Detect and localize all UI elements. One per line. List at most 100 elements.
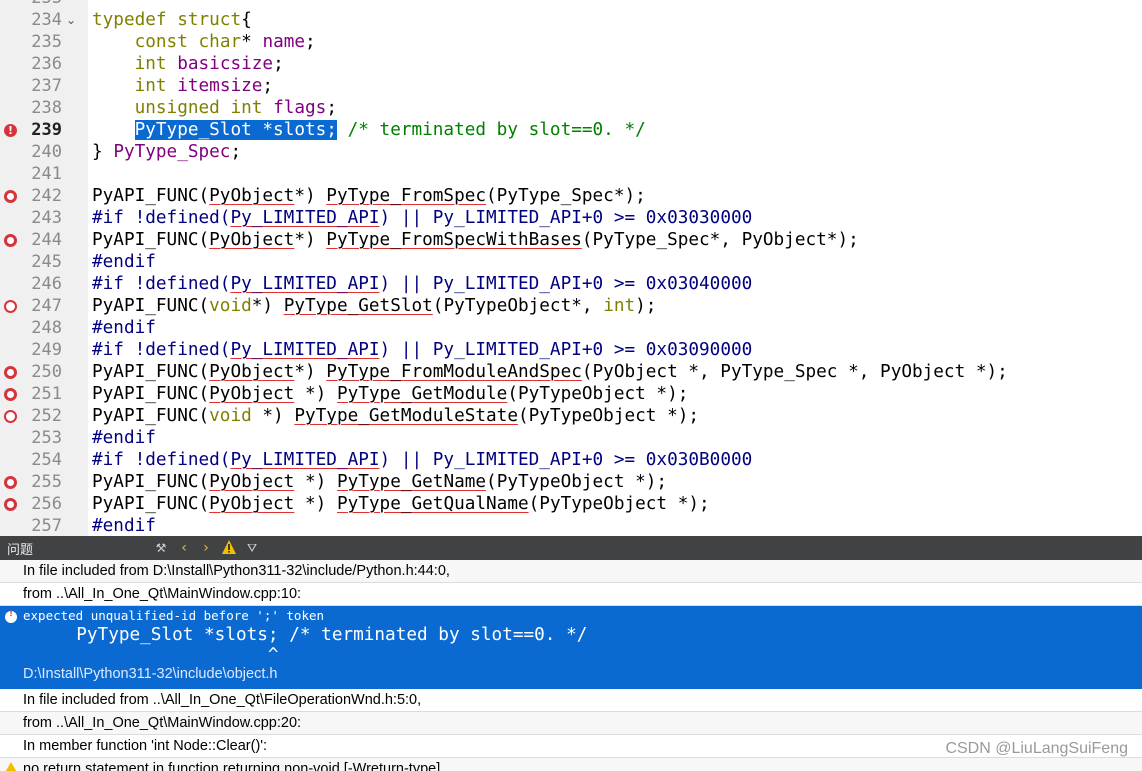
chevron-right-icon[interactable]: ›	[197, 539, 215, 557]
gutter-line[interactable]: 240	[0, 141, 88, 163]
warning-icon[interactable]	[220, 539, 238, 557]
code-token: ) ||	[379, 208, 433, 228]
issue-marker-icon[interactable]	[4, 190, 17, 203]
line-number: 250	[31, 362, 62, 382]
code-token: int	[134, 76, 167, 96]
gutter-line[interactable]: 257	[0, 515, 88, 536]
gutter-line[interactable]: 256	[0, 493, 88, 515]
gutter-line[interactable]: 244	[0, 229, 88, 251]
gutter-line[interactable]: 242	[0, 185, 88, 207]
gutter-line[interactable]: 241	[0, 163, 88, 185]
code-line[interactable]: #endif	[88, 427, 1142, 449]
gutter-line[interactable]: 255	[0, 471, 88, 493]
code-line[interactable]: #endif	[88, 317, 1142, 339]
code-line[interactable]: int basicsize;	[88, 53, 1142, 75]
code-area[interactable]: typedef struct{ const char* name; int ba…	[88, 0, 1142, 536]
code-token: int	[134, 54, 167, 74]
issue-marker-icon[interactable]	[4, 234, 17, 247]
issue-text: In file included from ..\All_In_One_Qt\F…	[23, 692, 422, 708]
line-number: 240	[31, 142, 62, 162]
code-token: Py_LIMITED_API	[432, 450, 582, 470]
gutter-line[interactable]: 237	[0, 75, 88, 97]
issue-row-selected[interactable]: expected unqualified-id before ';' token…	[0, 606, 1142, 689]
code-line[interactable]	[88, 163, 1142, 185]
gutter-line[interactable]: 233	[0, 0, 88, 9]
code-token: *)	[294, 362, 327, 382]
code-line[interactable]: PyAPI_FUNC(PyObject *) PyType_GetName(Py…	[88, 471, 1142, 493]
gutter-line[interactable]: 235	[0, 31, 88, 53]
code-line[interactable]: int itemsize;	[88, 75, 1142, 97]
code-line[interactable]: #if !defined(Py_LIMITED_API) || Py_LIMIT…	[88, 449, 1142, 471]
code-line[interactable]: PyAPI_FUNC(PyObject*) PyType_FromSpecWit…	[88, 229, 1142, 251]
fold-chevron-icon[interactable]: ⌄	[66, 9, 76, 31]
gutter-line[interactable]: 253	[0, 427, 88, 449]
code-line[interactable]: #if !defined(Py_LIMITED_API) || Py_LIMIT…	[88, 273, 1142, 295]
code-line[interactable]: const char* name;	[88, 31, 1142, 53]
issue-row[interactable]: In file included from D:\Install\Python3…	[0, 560, 1142, 583]
issue-caret: ^	[23, 645, 279, 665]
gutter-line[interactable]: 238	[0, 97, 88, 119]
code-line[interactable]: PyAPI_FUNC(PyObject*) PyType_FromModuleA…	[88, 361, 1142, 383]
code-line[interactable]: PyAPI_FUNC(PyObject *) PyType_GetQualNam…	[88, 493, 1142, 515]
code-editor[interactable]: 233234⌄235236237238239240241242243244245…	[0, 0, 1142, 536]
gutter-line[interactable]: 247	[0, 295, 88, 317]
line-number: 255	[31, 472, 62, 492]
gutter-line[interactable]: 249	[0, 339, 88, 361]
gutter-line[interactable]: 252	[0, 405, 88, 427]
code-token: PyObject	[209, 472, 295, 492]
code-line[interactable]: unsigned int flags;	[88, 97, 1142, 119]
code-token: ) ||	[379, 274, 433, 294]
code-token: PyObject	[209, 362, 295, 382]
gutter-line[interactable]: 236	[0, 53, 88, 75]
issue-row[interactable]: from ..\All_In_One_Qt\MainWindow.cpp:10:	[0, 583, 1142, 606]
code-line[interactable]: } PyType_Spec;	[88, 141, 1142, 163]
line-number: 235	[31, 32, 62, 52]
issue-row[interactable]: In file included from ..\All_In_One_Qt\F…	[0, 689, 1142, 712]
issue-marker-icon[interactable]	[4, 300, 17, 313]
code-token: #endif	[92, 252, 156, 272]
code-token: Py_LIMITED_API	[230, 274, 380, 294]
issue-row[interactable]: no return statement in function returnin…	[0, 758, 1142, 771]
gutter-line[interactable]: 234 ⌄	[0, 9, 88, 31]
code-line[interactable]	[88, 0, 1142, 9]
issue-marker-icon[interactable]	[4, 498, 17, 511]
code-token: (PyTypeObject *);	[517, 406, 700, 426]
gutter-line[interactable]: 251	[0, 383, 88, 405]
error-marker-icon[interactable]	[4, 120, 17, 142]
issue-marker-icon[interactable]	[4, 476, 17, 489]
filter-icon[interactable]: ⛛	[243, 539, 261, 557]
code-token: void	[209, 296, 252, 316]
code-token: PyType_FromModuleAndSpec	[326, 362, 582, 382]
code-token: #endif	[92, 516, 156, 536]
build-filter-icon[interactable]: ⚒	[152, 539, 170, 557]
code-token: ;	[273, 54, 284, 74]
code-token: {	[241, 10, 252, 30]
chevron-left-icon[interactable]: ‹	[175, 539, 193, 557]
gutter-line[interactable]: 254	[0, 449, 88, 471]
code-line[interactable]: #if !defined(Py_LIMITED_API) || Py_LIMIT…	[88, 207, 1142, 229]
code-line[interactable]: PyAPI_FUNC(PyObject*) PyType_FromSpec(Py…	[88, 185, 1142, 207]
gutter-line[interactable]: 250	[0, 361, 88, 383]
issue-file-path[interactable]: D:\Install\Python311-32\include\object.h	[23, 664, 1142, 684]
code-line[interactable]: PyAPI_FUNC(PyObject *) PyType_GetModule(…	[88, 383, 1142, 405]
code-line[interactable]: #endif	[88, 515, 1142, 536]
issue-row[interactable]: from ..\All_In_One_Qt\MainWindow.cpp:20:	[0, 712, 1142, 735]
code-token: ;	[305, 32, 316, 52]
gutter-line[interactable]: 243	[0, 207, 88, 229]
issue-marker-icon[interactable]	[4, 366, 17, 379]
gutter-line[interactable]: 239	[0, 119, 88, 142]
gutter-line[interactable]: 248	[0, 317, 88, 339]
issue-marker-icon[interactable]	[4, 410, 17, 423]
code-line[interactable]: #if !defined(Py_LIMITED_API) || Py_LIMIT…	[88, 339, 1142, 361]
gutter-line[interactable]: 245	[0, 251, 88, 273]
issue-marker-icon[interactable]	[4, 388, 17, 401]
code-line[interactable]: PyAPI_FUNC(void *) PyType_GetModuleState…	[88, 405, 1142, 427]
code-token: PyObject	[209, 186, 295, 206]
code-line[interactable]: #endif	[88, 251, 1142, 273]
code-line[interactable]: PyAPI_FUNC(void*) PyType_GetSlot(PyTypeO…	[88, 295, 1142, 317]
code-line[interactable]: PyType_Slot *slots; /* terminated by slo…	[88, 119, 1142, 141]
code-line[interactable]: typedef struct{	[88, 9, 1142, 31]
gutter-line[interactable]: 246	[0, 273, 88, 295]
line-number-gutter[interactable]: 233234⌄235236237238239240241242243244245…	[0, 0, 88, 536]
